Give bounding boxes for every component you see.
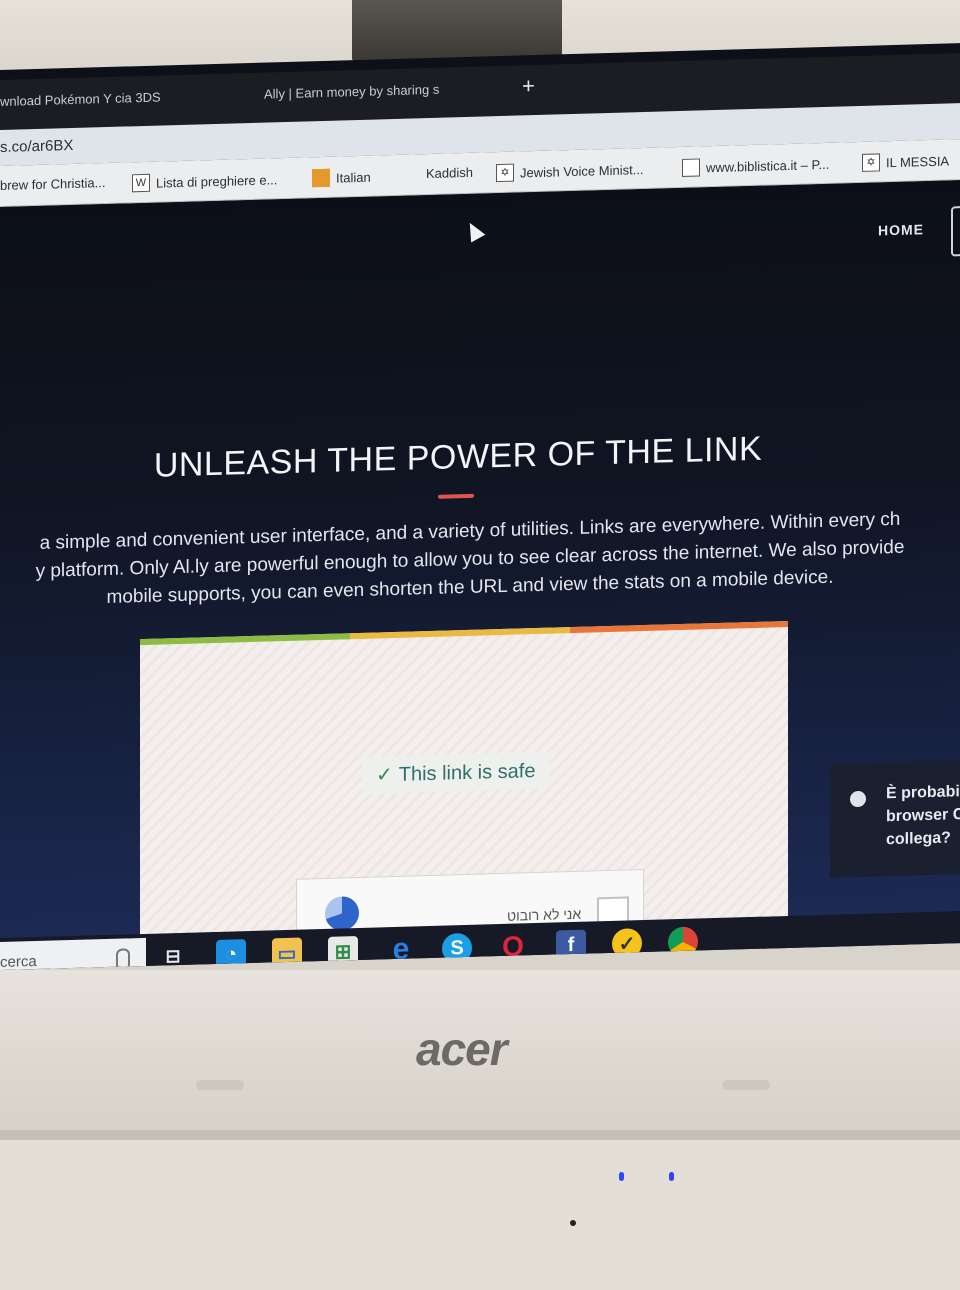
laptop-screen: wnload Pokémon Y cia 3DS Ally | Earn mon… xyxy=(0,43,960,971)
facebook-icon[interactable]: f xyxy=(556,929,586,961)
new-tab-button[interactable]: + xyxy=(522,73,535,99)
check-icon: ✓ xyxy=(376,764,393,787)
mouse-cursor-icon xyxy=(462,218,486,243)
chrome-icon[interactable] xyxy=(668,926,698,958)
user-icon xyxy=(850,790,866,808)
bookmark-italian[interactable]: Italian xyxy=(312,168,371,188)
notification-text: È probabi browser C collega? xyxy=(886,783,960,849)
bookmark-lista[interactable]: W Lista di preghiere e... xyxy=(132,170,277,193)
tab-ally[interactable]: Ally | Earn money by sharing s xyxy=(264,82,439,102)
norton-icon[interactable]: ✓ xyxy=(612,928,642,959)
power-led xyxy=(619,1172,624,1181)
search-placeholder: cerca xyxy=(0,952,37,971)
hinge-left xyxy=(196,1080,244,1090)
taskbar-search-input[interactable]: cerca xyxy=(0,937,146,971)
edge-icon[interactable]: e xyxy=(386,933,416,966)
hinge-right xyxy=(722,1080,770,1090)
nav-button-edge[interactable] xyxy=(951,205,960,257)
webcam-cover xyxy=(352,0,562,62)
task-view-icon[interactable]: ⊟ xyxy=(158,941,188,970)
star-of-david-icon: ✡ xyxy=(496,163,514,183)
bookmark-il-messia[interactable]: ✡ IL MESSIA xyxy=(862,151,949,172)
hero-title: UNLEASH THE POWER OF THE LINK xyxy=(153,429,763,485)
wikipedia-icon: W xyxy=(132,173,150,193)
skype-icon[interactable]: S xyxy=(442,932,472,964)
browser-notification[interactable]: È probabi browser C collega? xyxy=(830,759,960,878)
safe-status-text: This link is safe xyxy=(398,760,536,786)
hero-description: a simple and convenient user interface, … xyxy=(0,504,960,616)
store-icon[interactable]: ⊞ xyxy=(328,936,358,967)
messenger-icon[interactable]: ◔ xyxy=(216,939,246,970)
link-check-card: ✓ This link is safe אני לא רובוט xyxy=(140,620,788,961)
address-text: s.co/ar6BX xyxy=(0,136,74,156)
title-underline xyxy=(438,493,474,499)
bookmark-hebrew[interactable]: brew for Christia... xyxy=(0,175,105,193)
recaptcha-logo-icon xyxy=(325,895,359,931)
bookmark-kaddish[interactable]: Kaddish xyxy=(426,165,473,181)
brand-logo: acer xyxy=(416,1023,508,1075)
safe-status-badge: ✓ This link is safe xyxy=(362,751,550,794)
tab-pokemon[interactable]: wnload Pokémon Y cia 3DS xyxy=(0,90,161,109)
nav-home-link[interactable]: HOME xyxy=(878,221,924,238)
star-of-david-icon: ✡ xyxy=(862,153,880,172)
file-explorer-icon[interactable]: ▭ xyxy=(272,937,302,971)
bookmark-jewish-voice[interactable]: ✡ Jewish Voice Minist... xyxy=(496,160,644,183)
laptop-body xyxy=(0,1130,960,1290)
bookmark-biblistica[interactable]: www.biblistica.it – P... xyxy=(682,155,829,177)
orange-square-icon xyxy=(312,168,330,188)
status-stripe-yellow xyxy=(350,627,570,640)
web-page: HOME UNLEASH THE POWER OF THE LINK a sim… xyxy=(0,180,960,961)
battery-led xyxy=(669,1172,674,1181)
status-dot xyxy=(570,1220,576,1226)
microphone-icon[interactable] xyxy=(116,948,130,971)
opera-icon[interactable]: O xyxy=(498,930,528,962)
status-stripe-green xyxy=(140,633,350,646)
page-icon xyxy=(682,158,700,177)
status-stripe-orange xyxy=(570,620,788,634)
